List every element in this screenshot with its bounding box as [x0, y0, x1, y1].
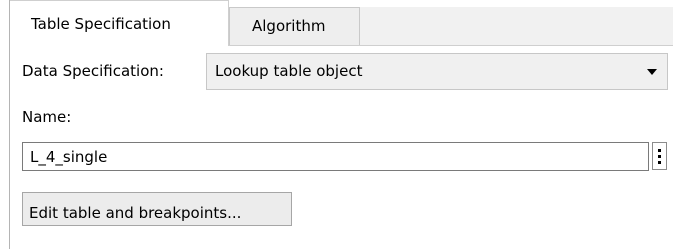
tab-algorithm-label: Algorithm — [252, 17, 326, 35]
tab-table-specification-label: Table Specification — [31, 15, 171, 33]
name-label: Name: — [22, 108, 72, 126]
tab-algorithm[interactable]: Algorithm — [229, 7, 360, 45]
kebab-menu-icon-dot — [658, 155, 661, 158]
data-specification-label: Data Specification: — [22, 62, 164, 80]
tab-underline — [229, 45, 673, 46]
name-input[interactable] — [22, 142, 649, 171]
edit-table-and-breakpoints-button[interactable]: Edit table and breakpoints... — [22, 192, 292, 226]
data-specification-value: Lookup table object — [215, 62, 363, 80]
kebab-menu-icon — [658, 149, 661, 152]
dropdown-arrow-icon — [647, 69, 657, 75]
tab-table-specification[interactable]: Table Specification — [10, 0, 229, 46]
data-specification-select[interactable]: Lookup table object — [206, 53, 668, 90]
tab-bar: Table Specification Algorithm — [10, 0, 673, 46]
kebab-menu-icon-dot — [658, 161, 661, 164]
name-options-button[interactable] — [652, 142, 667, 170]
tab-strip-background — [360, 7, 673, 45]
